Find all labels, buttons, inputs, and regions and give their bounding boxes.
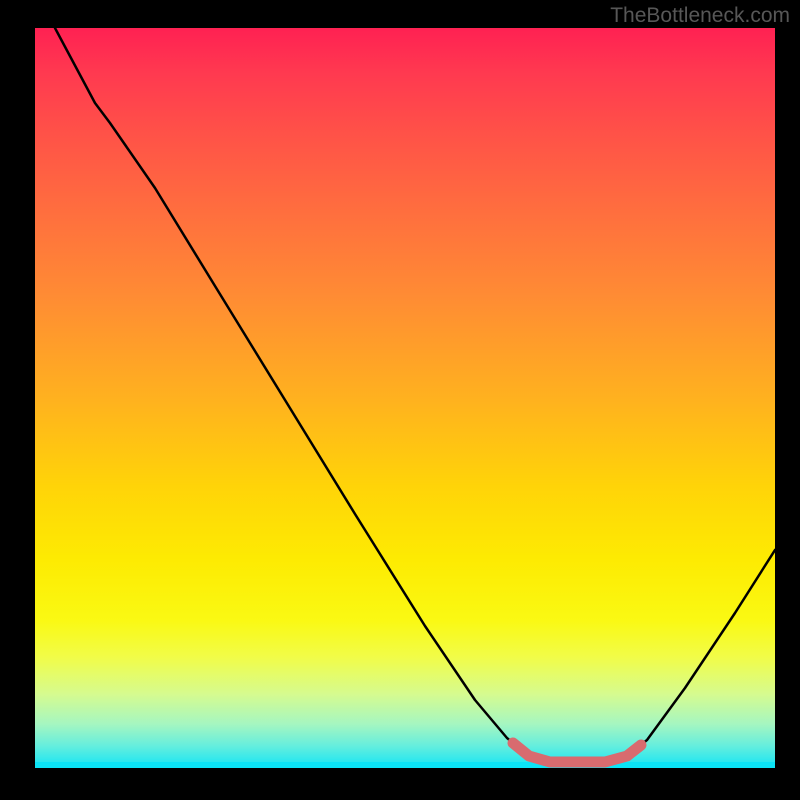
chart-container: TheBottleneck.com <box>0 0 800 800</box>
plot-area <box>35 28 775 768</box>
watermark-text: TheBottleneck.com <box>610 4 790 28</box>
sweet-spot-marker <box>513 743 641 762</box>
curve-layer <box>35 28 775 768</box>
bottleneck-curve <box>55 28 775 763</box>
